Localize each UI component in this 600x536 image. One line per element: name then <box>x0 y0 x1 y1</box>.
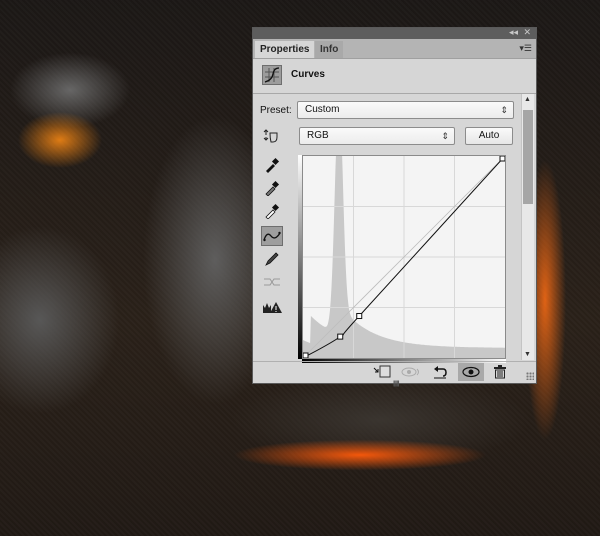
clip-to-layer-icon <box>373 365 391 378</box>
smooth-curve-icon <box>264 278 280 286</box>
curves-graph[interactable] <box>302 145 506 359</box>
close-icon[interactable]: ✕ <box>523 27 531 38</box>
smooth-curve-tool[interactable] <box>261 272 283 292</box>
panel-scrollbar[interactable]: ▲ ▼ <box>521 94 534 360</box>
reset-icon <box>434 366 447 379</box>
on-image-adjust-icon <box>263 129 278 143</box>
adjustment-header: Curves <box>253 59 536 94</box>
panel-grip-icon[interactable]: |||||||||| <box>393 381 400 387</box>
collapse-icon[interactable]: ◂◂ <box>509 27 518 38</box>
scrollbar-thumb[interactable] <box>523 110 533 204</box>
panel-tabs: Properties Info ▾☰ <box>253 39 536 59</box>
scroll-down-icon[interactable]: ▼ <box>524 351 531 358</box>
pencil-tool[interactable] <box>261 249 283 269</box>
gray-point-eyedropper-icon <box>265 180 280 196</box>
panel-menu-icon[interactable]: ▾☰ <box>519 43 532 54</box>
curve-control-point[interactable] <box>499 155 506 162</box>
curve-control-point[interactable] <box>356 313 363 320</box>
curve-control-point[interactable] <box>302 352 309 359</box>
reset-button[interactable] <box>427 363 453 381</box>
visibility-eye-icon <box>462 366 480 378</box>
properties-panel: ◂◂ ✕ Properties Info ▾☰ Curves Preset: C… <box>252 27 537 387</box>
updown-icon: ⇕ <box>500 105 508 115</box>
delete-button[interactable] <box>487 363 513 381</box>
visibility-button[interactable] <box>458 363 484 381</box>
on-image-adjust-tool[interactable] <box>261 126 283 146</box>
tab-properties[interactable]: Properties <box>255 41 315 58</box>
bottom-toolbar: |||||||||| <box>253 361 536 387</box>
view-previous-state-icon <box>401 367 419 377</box>
resize-handle-icon[interactable] <box>526 372 534 380</box>
curves-adjustment-icon <box>262 65 282 85</box>
preset-label: Preset: <box>260 105 292 116</box>
curve-points-icon <box>263 231 281 242</box>
black-point-eyedropper[interactable] <box>261 155 283 175</box>
trash-icon <box>494 365 506 379</box>
clipping-warning-tool[interactable] <box>261 297 283 317</box>
channel-select[interactable]: RGB ⇕ <box>299 127 455 145</box>
auto-button[interactable]: Auto <box>465 127 513 145</box>
view-previous-button[interactable] <box>398 363 424 381</box>
clip-to-layer-button[interactable] <box>369 363 395 381</box>
channel-value: RGB <box>307 130 329 141</box>
clipping-warning-icon <box>263 302 282 313</box>
black-point-eyedropper-icon <box>266 157 280 173</box>
curve-control-point[interactable] <box>337 333 344 340</box>
white-point-eyedropper-icon <box>265 203 280 219</box>
panel-titlebar[interactable]: ◂◂ ✕ <box>253 27 536 39</box>
curve-points-tool[interactable] <box>261 226 283 246</box>
preset-value: Custom <box>305 104 340 115</box>
tab-info[interactable]: Info <box>315 41 344 58</box>
scroll-up-icon[interactable]: ▲ <box>524 96 531 103</box>
curves-graph-svg[interactable] <box>302 145 506 359</box>
preset-select[interactable]: Custom ⇕ <box>297 101 514 119</box>
adjustment-title: Curves <box>291 69 325 80</box>
white-point-eyedropper[interactable] <box>261 201 283 221</box>
pencil-draw-icon <box>265 252 279 266</box>
gray-point-eyedropper[interactable] <box>261 178 283 198</box>
updown-icon: ⇕ <box>441 131 449 141</box>
